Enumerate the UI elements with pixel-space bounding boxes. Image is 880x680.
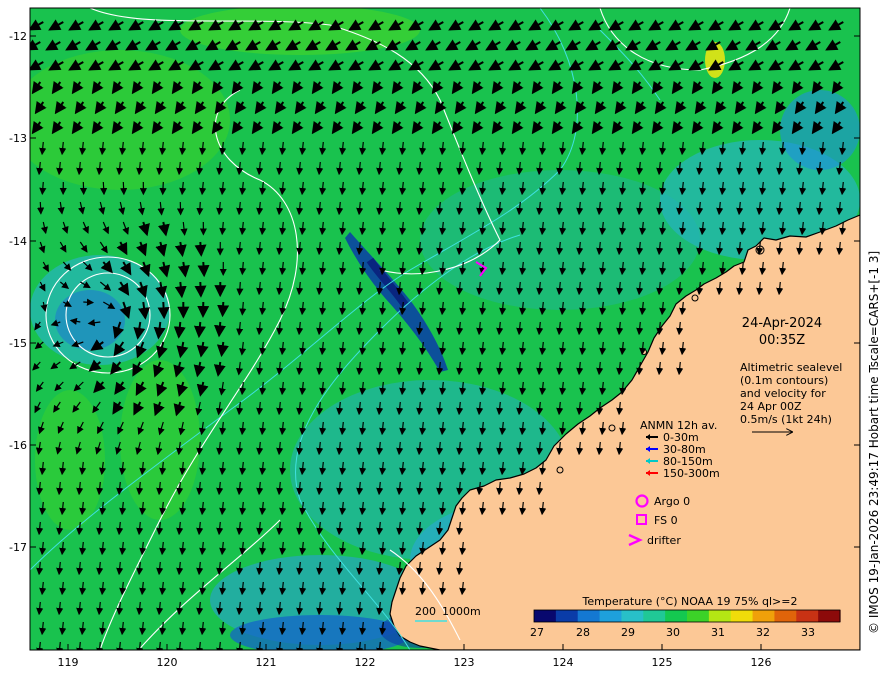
colorbar-segment <box>621 610 644 622</box>
colorbar-segment <box>534 610 557 622</box>
depth-legend-1000: 1000m <box>442 605 481 618</box>
lat-tick-label: -15 <box>9 337 27 350</box>
copyright-caption: © IMOS 19-Jan-2026 23:49:17 Hobart time … <box>867 251 880 634</box>
altimetry-note-line: and velocity for <box>740 387 826 400</box>
lat-tick-label: -12 <box>9 30 27 43</box>
velocity-arrow <box>193 321 206 339</box>
lat-tick-label: -14 <box>9 235 27 248</box>
velocity-arrow <box>100 181 108 196</box>
colorbar-segment <box>577 610 601 622</box>
colorbar-segment <box>730 610 754 622</box>
velocity-arrow <box>217 301 230 318</box>
drifter-label: drifter <box>647 534 681 547</box>
colorbar-segment <box>643 610 666 622</box>
colorbar-segment <box>687 610 710 622</box>
lon-tick-label: 119 <box>58 656 79 669</box>
lat-tick-label: -16 <box>9 439 27 452</box>
colorbar-tick: 30 <box>666 626 680 639</box>
colorbar-segment <box>818 610 841 622</box>
lon-tick-label: 121 <box>256 656 277 669</box>
argo-label: Argo 0 <box>654 495 690 508</box>
sea-surface-temperature-map: -12 -13 -14 -15 -16 -17 119 120 121 122 … <box>9 7 880 669</box>
colorbar-segment <box>708 610 732 622</box>
colorbar-tick: 28 <box>576 626 590 639</box>
velocity-arrow <box>83 298 95 306</box>
anmn-legend-label: 150-300m <box>663 467 720 480</box>
depth-legend-200: 200 <box>415 605 436 618</box>
velocity-arrow <box>214 321 226 338</box>
lon-tick-label: 125 <box>652 656 673 669</box>
velocity-arrow <box>159 181 167 196</box>
velocity-arrow <box>194 281 207 298</box>
colorbar-tick: 27 <box>530 626 544 639</box>
colorbar-segment <box>665 610 688 622</box>
temperature-field <box>30 8 860 650</box>
lon-tick-label: 120 <box>157 656 178 669</box>
lon-tick-label: 126 <box>751 656 772 669</box>
map-date: 24-Apr-2024 <box>742 316 822 331</box>
velocity-arrow <box>197 261 210 278</box>
altimetry-note-line: Altimetric sealevel <box>740 361 842 374</box>
colorbar-segment <box>752 610 776 622</box>
lon-tick-label: 122 <box>355 656 376 669</box>
colorbar-tick: 31 <box>711 626 725 639</box>
altimetry-note-line: (0.1m contours) <box>740 374 828 387</box>
altimetry-note-line: 24 Apr 00Z <box>740 400 802 413</box>
velocity-arrow <box>36 201 45 215</box>
velocity-arrow <box>194 241 207 257</box>
lon-tick-label: 124 <box>553 656 574 669</box>
colorbar-title: Temperature (°C) NOAA 19 75% ql>=2 <box>582 595 798 608</box>
colorbar-segment <box>555 610 579 622</box>
velocity-arrow <box>236 281 244 296</box>
lon-tick-label: 123 <box>454 656 475 669</box>
colorbar-tick: 33 <box>801 626 815 639</box>
velocity-arrow <box>120 181 128 196</box>
colorbar-segment <box>599 610 623 622</box>
lat-tick-label: -17 <box>9 541 27 554</box>
velocity-arrow <box>157 301 170 320</box>
colorbar-tick: 32 <box>756 626 770 639</box>
lat-tick-label: -13 <box>9 132 27 145</box>
altimetry-note-line: 0.5m/s (1kt 24h) <box>740 413 832 426</box>
map-time: 00:35Z <box>759 333 805 348</box>
fs-label: FS 0 <box>654 514 678 527</box>
colorbar-segment <box>774 610 797 622</box>
velocity-arrow <box>196 201 204 216</box>
colorbar-tick: 29 <box>621 626 635 639</box>
colorbar-segment <box>796 610 819 622</box>
